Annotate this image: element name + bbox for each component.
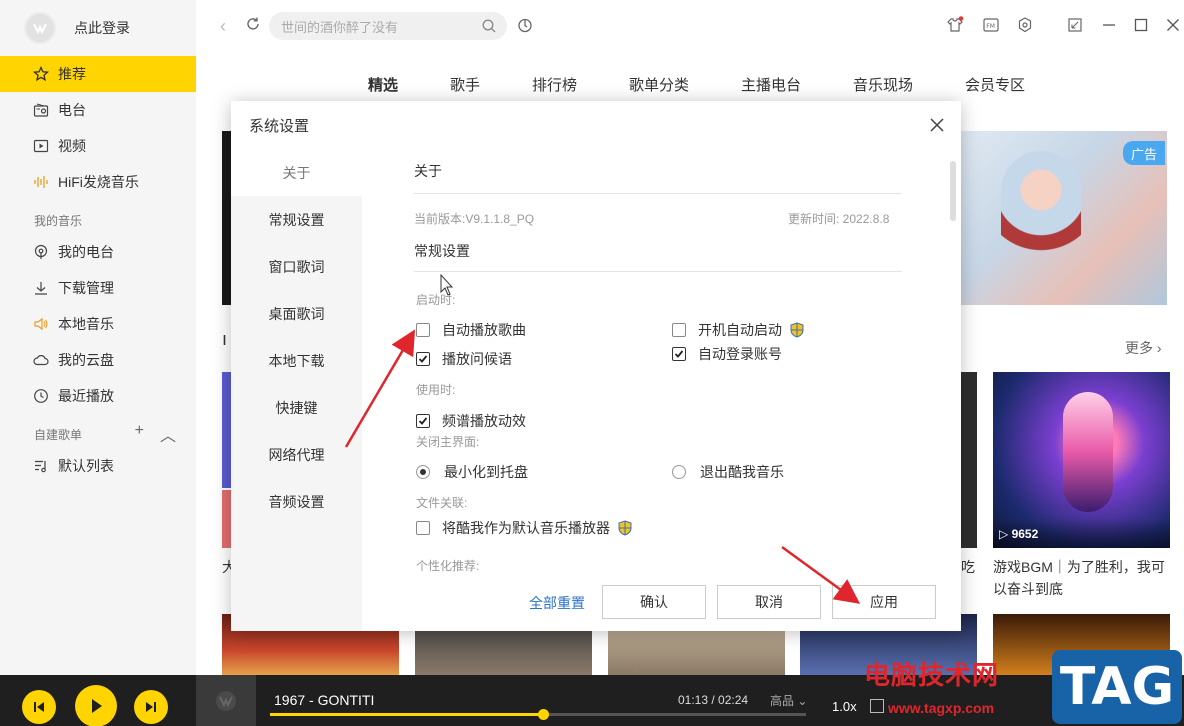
- annotation-arrow-apply: [781, 545, 861, 604]
- watermark-text: 电脑技术网: [864, 661, 1000, 691]
- annotation-arrow-autoplay: [344, 329, 416, 448]
- watermark-tag: TAG: [1052, 650, 1182, 724]
- mouse-cursor-icon: [440, 273, 454, 296]
- watermark-url: www.tagxp.com: [888, 700, 995, 716]
- annotation-overlay: [344, 273, 861, 604]
